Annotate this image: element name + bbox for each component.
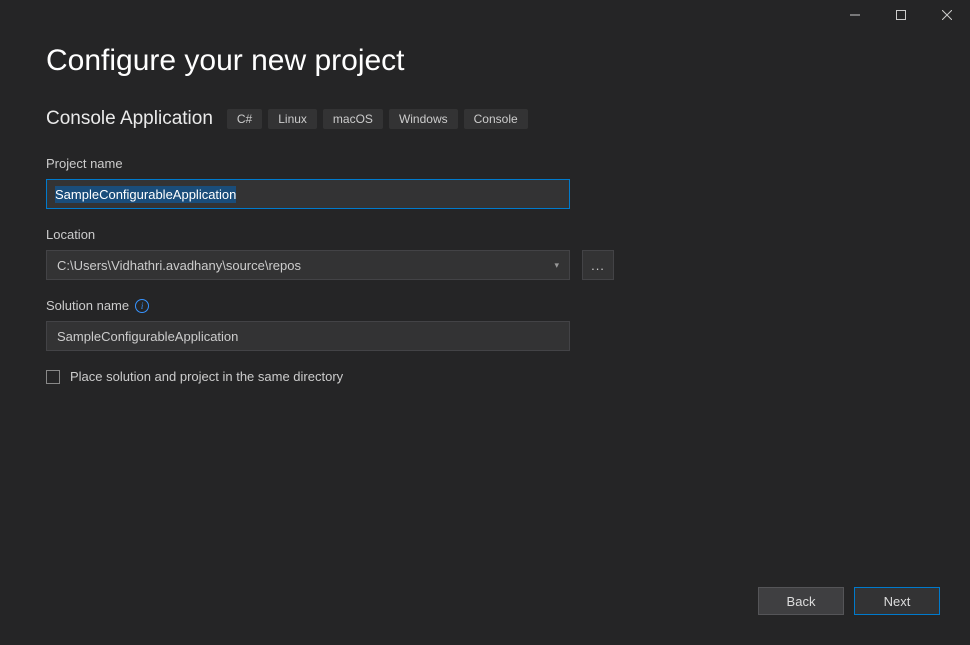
maximize-icon — [896, 10, 906, 20]
tag-list: C# Linux macOS Windows Console — [227, 109, 528, 129]
back-button[interactable]: Back — [758, 587, 844, 615]
same-directory-row: Place solution and project in the same d… — [46, 369, 924, 384]
minimize-icon — [850, 10, 860, 20]
project-name-input[interactable]: SampleConfigurableApplication — [46, 179, 570, 209]
same-directory-label: Place solution and project in the same d… — [70, 369, 343, 384]
location-value: C:\Users\Vidhathri.avadhany\source\repos — [57, 258, 301, 273]
minimize-button[interactable] — [832, 0, 878, 30]
maximize-button[interactable] — [878, 0, 924, 30]
close-icon — [942, 10, 952, 20]
tag-csharp: C# — [227, 109, 262, 129]
project-type-subtitle: Console Application — [46, 108, 213, 130]
tag-console: Console — [464, 109, 528, 129]
project-name-label: Project name — [46, 156, 924, 171]
window-controls — [832, 0, 970, 30]
project-name-value: SampleConfigurableApplication — [55, 186, 236, 203]
location-label: Location — [46, 227, 924, 242]
tag-windows: Windows — [389, 109, 458, 129]
same-directory-checkbox[interactable] — [46, 370, 60, 384]
page-title: Configure your new project — [46, 44, 924, 78]
chevron-down-icon: ▾ — [554, 260, 559, 271]
info-icon[interactable]: i — [135, 299, 149, 313]
tag-macos: macOS — [323, 109, 383, 129]
footer-buttons: Back Next — [758, 587, 940, 615]
location-select[interactable]: C:\Users\Vidhathri.avadhany\source\repos… — [46, 250, 570, 280]
solution-name-label: Solution name — [46, 298, 129, 313]
solution-name-label-row: Solution name i — [46, 298, 924, 313]
location-group: Location C:\Users\Vidhathri.avadhany\sou… — [46, 227, 924, 280]
subtitle-row: Console Application C# Linux macOS Windo… — [46, 108, 924, 130]
content-area: Configure your new project Console Appli… — [0, 30, 970, 384]
close-button[interactable] — [924, 0, 970, 30]
solution-name-input[interactable] — [46, 321, 570, 351]
next-button[interactable]: Next — [854, 587, 940, 615]
tag-linux: Linux — [268, 109, 317, 129]
location-row: C:\Users\Vidhathri.avadhany\source\repos… — [46, 250, 924, 280]
title-bar — [0, 0, 970, 30]
project-name-group: Project name SampleConfigurableApplicati… — [46, 156, 924, 209]
solution-name-group: Solution name i — [46, 298, 924, 351]
browse-button[interactable]: ... — [582, 250, 614, 280]
